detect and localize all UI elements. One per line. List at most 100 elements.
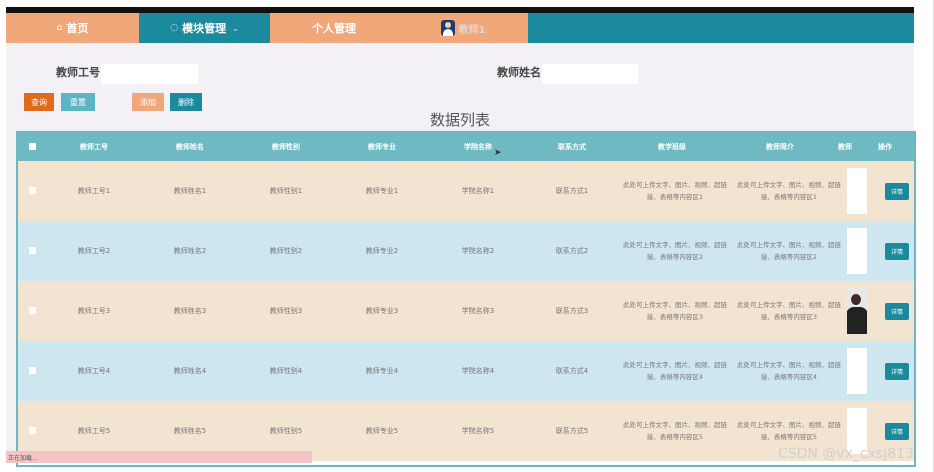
header-teacher-intro[interactable]: 教师简介 [726,142,834,152]
cell-teacher-name: 教师姓名3 [173,307,207,315]
status-bar: 正在加载... [6,451,312,463]
cell-teacher-name: 教师姓名1 [173,187,207,195]
user-avatar [440,20,455,36]
cell-teacher-photo [846,348,868,394]
cell-contact: 联系方式5 [555,427,589,435]
row-select-cell [18,186,46,196]
cell-teacher-name: 教师姓名2 [173,247,207,255]
cell-teaching-class: 此处可上传文字、图片、视频、超链接、表格等内容区2 [623,241,727,261]
nav-module-label: 模块管理 [182,22,227,35]
cell-teacher-major: 教师专业4 [365,367,399,375]
cell-teacher-intro: 此处可上传文字、图片、视频、超链接、表格等内容区5 [737,421,841,441]
search-label-teacher-id: 教师工号 [56,66,100,79]
row-checkbox[interactable] [28,366,36,374]
cell-teacher-major: 教师专业1 [365,187,399,195]
cell-teacher-gender: 教师性别3 [269,307,303,315]
cell-college-name: 学院名称1 [461,187,495,195]
cell-teacher-major: 教师专业2 [365,247,399,255]
header-teacher-gender[interactable]: 教师性别 [238,142,334,152]
cell-teacher-intro: 此处可上传文字、图片、视频、超链接、表格等内容区1 [737,181,841,201]
data-table: 教师工号 教师姓名 教师性别 教师专业 学院名称 联系方式 教学班级 教师简介 … [16,131,916,467]
cell-teacher-intro: 此处可上传文字、图片、视频、超链接、表格等内容区2 [737,241,841,261]
table-row: 教师工号4 教师姓名4 教师性别4 教师专业4 学院名称4 联系方式4 此处可上… [18,341,914,401]
cell-teacher-id: 教师工号4 [77,367,111,375]
detail-button[interactable]: 详情 [884,302,909,320]
detail-button[interactable]: 详情 [884,362,909,380]
cell-teacher-major: 教师专业5 [365,427,399,435]
nav-user[interactable]: 教师1 [398,13,528,43]
teacher-photo[interactable] [847,228,867,274]
cell-college-name: 学院名称3 [461,307,495,315]
row-checkbox[interactable] [28,186,36,194]
row-select-cell [18,426,46,436]
cell-teacher-gender: 教师性别5 [269,427,303,435]
cell-teacher-id: 教师工号1 [77,187,111,195]
chevron-down-icon: ⌄ [232,23,239,33]
search-label-teacher-name: 教师姓名 [497,66,541,79]
header-teacher-id[interactable]: 教师工号 [46,142,142,152]
cell-actions: 详情 [868,242,914,260]
cell-college-name: 学院名称2 [461,247,495,255]
module-icon: ◌ [170,23,179,33]
teacher-photo[interactable] [847,348,867,394]
row-select-cell [18,366,46,376]
cell-contact: 联系方式2 [555,247,589,255]
cell-teacher-gender: 教师性别1 [269,187,303,195]
main-content: 教师工号 教师姓名 查询 重置 添加 删除 数据列表 教师工号 教师姓名 教师性… [6,43,916,467]
list-title: 数据列表 [429,111,490,129]
cell-teacher-photo [846,288,868,334]
header-teaching-class[interactable]: 教学班级 [618,142,726,152]
cell-teacher-id: 教师工号5 [77,427,111,435]
nav-personal-label: 个人管理 [312,22,356,35]
row-checkbox[interactable] [28,246,36,254]
row-checkbox[interactable] [28,306,36,314]
cell-teacher-name: 教师姓名5 [173,427,207,435]
detail-button[interactable]: 详情 [884,422,909,440]
header-contact[interactable]: 联系方式 [526,142,618,152]
header-college-name[interactable]: 学院名称 [430,142,526,152]
detail-button[interactable]: 详情 [884,242,909,260]
select-all-checkbox[interactable] [28,142,36,150]
cell-teacher-gender: 教师性别4 [269,367,303,375]
nav-personal-management[interactable]: 个人管理 [270,13,398,43]
cell-teacher-photo [846,168,868,214]
cell-teacher-gender: 教师性别2 [269,247,303,255]
header-teacher-name[interactable]: 教师姓名 [142,142,238,152]
teacher-photo[interactable] [847,168,867,214]
teacher-photo[interactable] [847,288,867,334]
detail-button[interactable]: 详情 [884,182,909,200]
cell-teacher-name: 教师姓名4 [173,367,207,375]
row-select-cell [18,246,46,256]
cell-actions: 详情 [868,422,914,440]
cell-teacher-photo [846,228,868,274]
header-teacher-major[interactable]: 教师专业 [334,142,430,152]
cell-teaching-class: 此处可上传文字、图片、视频、超链接、表格等内容区1 [623,181,727,201]
cell-teacher-id: 教师工号2 [77,247,111,255]
cell-actions: 详情 [868,302,914,320]
nav-home-label: 首页 [66,22,89,35]
cell-contact: 联系方式4 [555,367,589,375]
mouse-cursor-icon: ➤ [494,148,502,158]
header-actions: 操作 [878,143,892,151]
nav-module-management[interactable]: ◌ 模块管理 ⌄ [139,13,270,45]
cell-actions: 详情 [868,182,914,200]
nav-home[interactable]: ⌂ 首页 [6,13,139,43]
watermark: CSDN @vx_cxsj813 [778,446,914,462]
table-row: 教师工号2 教师姓名2 教师性别2 教师专业2 学院名称2 联系方式2 此处可上… [18,221,914,281]
cell-contact: 联系方式3 [555,307,589,315]
cell-college-name: 学院名称4 [461,367,495,375]
cell-actions: 详情 [868,362,914,380]
search-input-teacher-name[interactable] [542,64,638,84]
table-header: 教师工号 教师姓名 教师性别 教师专业 学院名称 联系方式 教学班级 教师简介 … [18,133,914,161]
cell-teaching-class: 此处可上传文字、图片、视频、超链接、表格等内容区4 [623,361,727,381]
cell-teaching-class: 此处可上传文字、图片、视频、超链接、表格等内容区3 [623,301,727,321]
cell-contact: 联系方式1 [555,187,589,195]
cell-teacher-intro: 此处可上传文字、图片、视频、超链接、表格等内容区4 [737,361,841,381]
search-input-teacher-id[interactable] [101,64,198,84]
row-select-cell [18,306,46,316]
header-teacher-photo[interactable]: 教师 [834,142,856,152]
cell-teacher-id: 教师工号3 [77,307,111,315]
row-checkbox[interactable] [28,426,36,434]
table-row: 教师工号1 教师姓名1 教师性别1 教师专业1 学院名称1 联系方式1 此处可上… [18,161,914,221]
home-icon: ⌂ [56,23,63,33]
